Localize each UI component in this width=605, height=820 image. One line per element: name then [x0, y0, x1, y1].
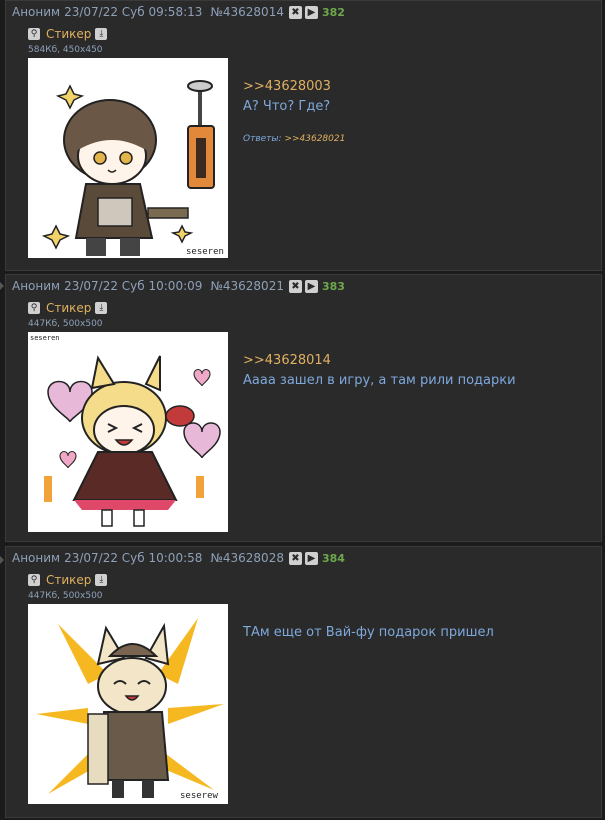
- search-icon[interactable]: ⚲: [28, 28, 40, 40]
- file-row: ⚲ Стикер ⤓: [28, 301, 108, 315]
- message-text: А? Что? Где?: [243, 99, 331, 114]
- sticker-thumbnail[interactable]: seseren: [28, 332, 228, 532]
- message-text: Аааа зашел в игру, а там рили подарки: [243, 373, 516, 388]
- watermark-text: seseren: [186, 247, 224, 257]
- post-383: Аноним 23/07/22 Суб 10:00:09 №43628021 ✖…: [5, 274, 602, 542]
- file-meta: 584Кб, 450x450: [28, 45, 103, 55]
- file-name-link[interactable]: Стикер: [46, 301, 91, 315]
- post-id-link[interactable]: №43628028: [210, 551, 284, 565]
- post-message: >>43628014 Аааа зашел в игру, а там рили…: [243, 351, 593, 391]
- post-date: 23/07/22 Суб 10:00:09: [64, 279, 203, 293]
- watermark-text: seserew: [180, 791, 219, 801]
- post-date: 23/07/22 Суб 09:58:13: [64, 5, 203, 19]
- hide-post-icon[interactable]: ✖: [288, 279, 302, 293]
- post-message: ТАм еще от Вай-фу подарок пришел: [243, 623, 593, 643]
- answers-label: Ответы:: [243, 134, 282, 144]
- sticker-thumbnail[interactable]: seserew: [28, 604, 228, 804]
- reply-link[interactable]: >>43628014: [243, 351, 593, 371]
- post-date: 23/07/22 Суб 10:00:58: [64, 551, 203, 565]
- reply-link[interactable]: >>43628003: [243, 77, 593, 97]
- post-id-link[interactable]: №43628021: [210, 279, 284, 293]
- sticker-thumbnail[interactable]: seseren: [28, 58, 228, 258]
- post-message: >>43628003 А? Что? Где? Ответы: >>436280…: [243, 77, 593, 149]
- file-row: ⚲ Стикер ⤓: [28, 27, 108, 41]
- post-header: Аноним 23/07/22 Суб 10:00:58 №43628028 ✖…: [12, 551, 345, 565]
- file-row: ⚲ Стикер ⤓: [28, 573, 108, 587]
- play-icon[interactable]: ▶: [304, 551, 318, 565]
- post-author: Аноним: [12, 551, 61, 565]
- post-marker: [0, 556, 4, 564]
- post-382: Аноним 23/07/22 Суб 09:58:13 №43628014 ✖…: [5, 0, 602, 271]
- file-name-link[interactable]: Стикер: [46, 27, 91, 41]
- post-number: 384: [321, 551, 345, 565]
- play-icon[interactable]: ▶: [304, 5, 318, 19]
- post-marker: [0, 282, 4, 290]
- file-meta: 447Кб, 500x500: [28, 591, 103, 601]
- hide-post-icon[interactable]: ✖: [288, 551, 302, 565]
- post-header: Аноним 23/07/22 Суб 10:00:09 №43628021 ✖…: [12, 279, 345, 293]
- post-header: Аноним 23/07/22 Суб 09:58:13 №43628014 ✖…: [12, 5, 345, 19]
- download-icon[interactable]: ⤓: [95, 574, 108, 586]
- download-icon[interactable]: ⤓: [95, 302, 108, 314]
- post-id-link[interactable]: №43628014: [210, 5, 284, 19]
- search-icon[interactable]: ⚲: [28, 302, 40, 314]
- play-icon[interactable]: ▶: [304, 279, 318, 293]
- post-author: Аноним: [12, 279, 61, 293]
- post-author: Аноним: [12, 5, 61, 19]
- post-number: 382: [321, 5, 345, 19]
- file-meta: 447Кб, 500x500: [28, 319, 103, 329]
- answer-link[interactable]: >>43628021: [284, 134, 345, 144]
- answers: Ответы: >>43628021: [243, 129, 593, 149]
- download-icon[interactable]: ⤓: [95, 28, 108, 40]
- file-name-link[interactable]: Стикер: [46, 573, 91, 587]
- hide-post-icon[interactable]: ✖: [288, 5, 302, 19]
- watermark-text: seseren: [30, 334, 60, 342]
- search-icon[interactable]: ⚲: [28, 574, 40, 586]
- post-number: 383: [321, 279, 345, 293]
- post-384: Аноним 23/07/22 Суб 10:00:58 №43628028 ✖…: [5, 546, 602, 818]
- message-text: ТАм еще от Вай-фу подарок пришел: [243, 625, 494, 640]
